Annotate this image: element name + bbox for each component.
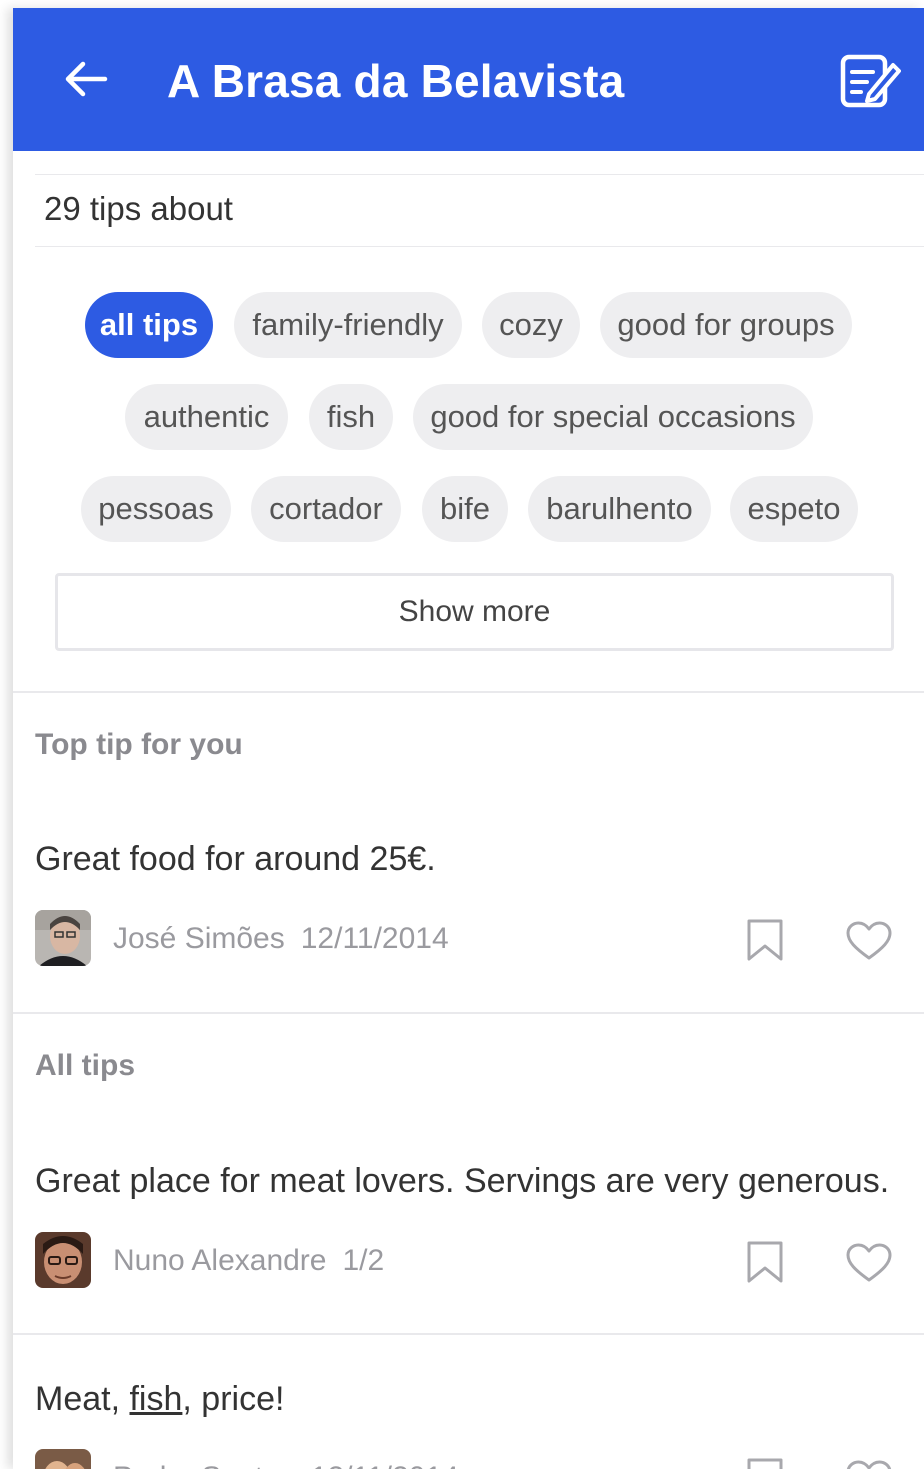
avatar[interactable] — [35, 1449, 91, 1469]
avatar[interactable] — [35, 910, 91, 966]
heart-icon[interactable] — [845, 920, 893, 962]
app-bar: A Brasa da Belavista — [13, 8, 924, 151]
tip-author[interactable]: Nuno Alexandre — [113, 1244, 327, 1277]
tip-author[interactable]: José Simões — [113, 922, 285, 955]
tip-text: Great place for meat lovers. Servings ar… — [35, 1162, 890, 1200]
section-heading-all-tips: All tips — [35, 1049, 136, 1082]
tip-date: 1/2 — [342, 1244, 385, 1277]
filter-chip-family-friendly[interactable]: family-friendly — [234, 292, 462, 358]
filter-chip-good-for-groups[interactable]: good for groups — [600, 292, 852, 358]
page-title: A Brasa da Belavista — [167, 55, 625, 107]
heart-icon[interactable] — [845, 1459, 893, 1469]
bookmark-icon[interactable] — [745, 1457, 785, 1469]
filter-chip-cortador[interactable]: cortador — [251, 476, 401, 542]
filter-chip-fish[interactable]: fish — [309, 384, 393, 450]
filter-chip-cozy[interactable]: cozy — [482, 292, 580, 358]
tips-count: 29 tips about — [44, 190, 233, 227]
filter-chip-authentic[interactable]: authentic — [125, 384, 288, 450]
tip-date: 12/11/2014 — [311, 1461, 459, 1469]
tip-date: 12/11/2014 — [300, 922, 449, 955]
filter-chip-all-tips[interactable]: all tips — [85, 292, 213, 358]
tip-author[interactable]: Pedro Santos — [113, 1461, 295, 1469]
tip-tag-link[interactable]: fish — [129, 1380, 182, 1418]
tip-text-part: , price! — [182, 1380, 285, 1418]
bookmark-icon[interactable] — [745, 1240, 785, 1284]
divider — [13, 1333, 924, 1335]
filter-chip-espeto[interactable]: espeto — [730, 476, 858, 542]
tip-text: Great food for around 25€. — [35, 840, 436, 878]
divider — [35, 246, 924, 247]
bookmark-icon[interactable] — [745, 918, 785, 962]
tip-meta: José Simões 12/11/2014 — [113, 922, 465, 956]
filter-chip-bife[interactable]: bife — [422, 476, 508, 542]
divider — [35, 174, 924, 175]
tip-text: Meat, fish, price! — [35, 1380, 284, 1419]
screen: A Brasa da Belavista 29 tips about all t… — [13, 8, 924, 1469]
tip-meta: Pedro Santos 12/11/2014 — [113, 1461, 475, 1469]
show-more-button[interactable]: Show more — [55, 573, 894, 651]
tip-text-part: Meat, — [35, 1380, 130, 1418]
compose-tip-icon[interactable] — [839, 52, 901, 110]
tip-meta: Nuno Alexandre 1/2 — [113, 1244, 400, 1278]
arrow-left-icon[interactable] — [61, 54, 111, 104]
filter-chip-pessoas[interactable]: pessoas — [81, 476, 231, 542]
filter-chip-barulhento[interactable]: barulhento — [528, 476, 711, 542]
avatar[interactable] — [35, 1232, 91, 1288]
filter-chip-good-for-special-occasions[interactable]: good for special occasions — [413, 384, 813, 450]
section-heading-top-tip: Top tip for you — [35, 728, 243, 761]
divider — [13, 691, 924, 693]
divider — [13, 1012, 924, 1014]
heart-icon[interactable] — [845, 1242, 893, 1284]
